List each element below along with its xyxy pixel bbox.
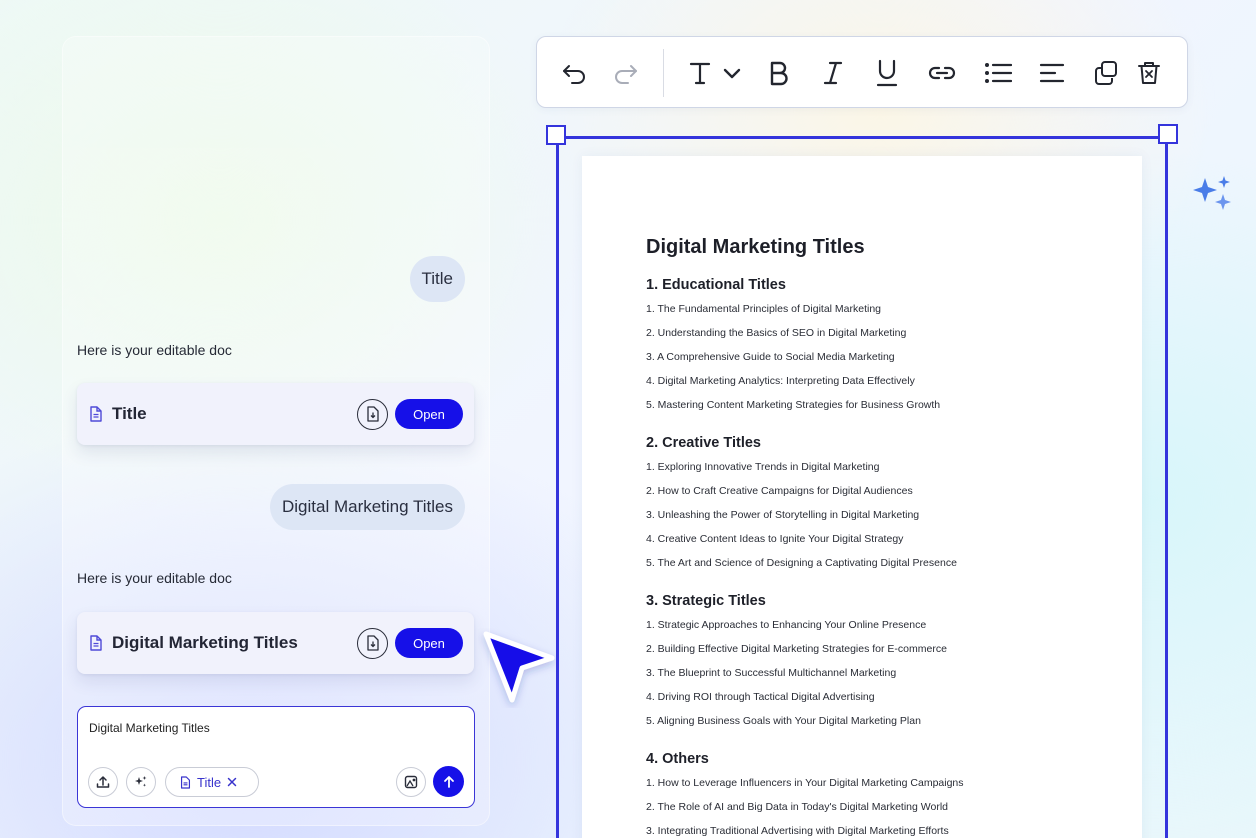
list-item: 2. The Role of AI and Big Data in Today'…	[646, 801, 948, 813]
document-title: Digital Marketing Titles	[646, 236, 865, 258]
underline-icon	[876, 59, 898, 87]
image-shapes-icon	[404, 775, 418, 789]
document-page[interactable]: Digital Marketing Titles 1. Educational …	[582, 156, 1142, 838]
arrow-up-icon	[443, 775, 454, 788]
list-item: 2. Understanding the Basics of SEO in Di…	[646, 327, 907, 339]
duplicate-icon	[1095, 61, 1117, 85]
list-item: 1. Exploring Innovative Trends in Digita…	[646, 461, 880, 473]
bulleted-list-icon	[985, 63, 1012, 83]
section-heading: 2. Creative Titles	[646, 435, 761, 451]
document-section: 2. Creative Titles 1. Exploring Innovati…	[646, 435, 957, 581]
section-heading: 1. Educational Titles	[646, 277, 786, 293]
bold-icon	[770, 61, 788, 86]
editor-toolbar	[536, 36, 1188, 108]
list-item: 5. Mastering Content Marketing Strategie…	[646, 399, 941, 411]
user-message: Digital Marketing Titles	[269, 484, 465, 530]
align-left-button[interactable]	[1037, 55, 1067, 91]
assistant-message: Here is your editable doc	[77, 342, 232, 358]
list-item: 4. Digital Marketing Analytics: Interpre…	[646, 375, 915, 387]
document-section: 3. Strategic Titles 1. Strategic Approac…	[646, 593, 947, 739]
chat-composer[interactable]: Digital Marketing Titles Title	[77, 706, 475, 808]
list-item: 4. Driving ROI through Tactical Digital …	[646, 691, 875, 703]
download-button[interactable]	[357, 398, 388, 430]
undo-icon	[563, 65, 585, 84]
doc-card[interactable]: Title Open	[77, 383, 474, 445]
link-icon	[928, 66, 956, 80]
bold-button[interactable]	[765, 55, 793, 91]
doc-card[interactable]: Digital Marketing Titles Open	[77, 612, 474, 674]
media-button[interactable]	[396, 767, 426, 797]
send-button[interactable]	[433, 766, 464, 797]
undo-button[interactable]	[559, 55, 591, 91]
duplicate-button[interactable]	[1091, 55, 1121, 91]
redo-icon	[615, 65, 637, 84]
redo-button[interactable]	[609, 55, 641, 91]
sparkle-icon	[135, 776, 147, 787]
list-item: 3. Integrating Traditional Advertising w…	[646, 825, 949, 837]
assistant-message: Here is your editable doc	[77, 570, 232, 586]
document-icon	[180, 775, 191, 789]
doc-card-title: Title	[112, 404, 147, 423]
doc-card-title: Digital Marketing Titles	[112, 633, 298, 652]
text-style-dropdown[interactable]	[687, 55, 747, 91]
list-item: 1. How to Leverage Influencers in Your D…	[646, 777, 964, 789]
bulleted-list-button[interactable]	[983, 55, 1013, 91]
download-doc-icon	[366, 406, 379, 422]
sparkle-icon	[1193, 176, 1231, 210]
list-item: 5. Aligning Business Goals with Your Dig…	[646, 715, 921, 727]
close-icon[interactable]	[227, 777, 237, 787]
list-item: 4. Creative Content Ideas to Ignite Your…	[646, 533, 904, 545]
download-doc-icon	[366, 635, 379, 651]
cursor-arrow-icon	[483, 631, 555, 703]
list-item: 1. The Fundamental Principles of Digital…	[646, 303, 882, 315]
trash-icon	[1138, 62, 1160, 84]
ai-sparkle-button[interactable]	[126, 767, 156, 797]
list-item: 2. How to Craft Creative Campaigns for D…	[646, 485, 913, 497]
document-section: 4. Others 1. How to Leverage Influencers…	[646, 751, 964, 838]
section-heading: 3. Strategic Titles	[646, 593, 766, 609]
align-left-icon	[1039, 63, 1065, 83]
document-icon	[89, 406, 103, 422]
attached-doc-chip[interactable]: Title	[165, 767, 259, 797]
list-item: 3. A Comprehensive Guide to Social Media…	[646, 351, 895, 363]
chat-panel: Title Here is your editable doc Title Op…	[62, 36, 490, 826]
upload-icon	[96, 776, 110, 788]
open-button[interactable]: Open	[395, 628, 463, 658]
list-item: 1. Strategic Approaches to Enhancing You…	[646, 619, 927, 631]
underline-button[interactable]	[873, 55, 901, 91]
italic-button[interactable]	[819, 55, 847, 91]
italic-icon	[823, 61, 843, 85]
delete-button[interactable]	[1135, 55, 1163, 91]
toolbar-divider	[663, 49, 664, 97]
document-icon	[89, 635, 103, 651]
section-heading: 4. Others	[646, 751, 709, 767]
user-message: Title	[409, 256, 465, 302]
download-button[interactable]	[357, 627, 388, 659]
list-item: 3. The Blueprint to Successful Multichan…	[646, 667, 897, 679]
resize-handle-top-left[interactable]	[546, 125, 566, 145]
composer-input[interactable]: Digital Marketing Titles	[89, 721, 210, 735]
upload-button[interactable]	[88, 767, 118, 797]
link-button[interactable]	[927, 55, 957, 91]
text-style-icon	[689, 62, 741, 85]
chip-label: Title	[197, 774, 222, 790]
resize-handle-top-right[interactable]	[1158, 124, 1178, 144]
open-button[interactable]: Open	[395, 399, 463, 429]
list-item: 2. Building Effective Digital Marketing …	[646, 643, 947, 655]
list-item: 5. The Art and Science of Designing a Ca…	[646, 557, 957, 569]
list-item: 3. Unleashing the Power of Storytelling …	[646, 509, 920, 521]
document-section: 1. Educational Titles 1. The Fundamental…	[646, 277, 940, 423]
